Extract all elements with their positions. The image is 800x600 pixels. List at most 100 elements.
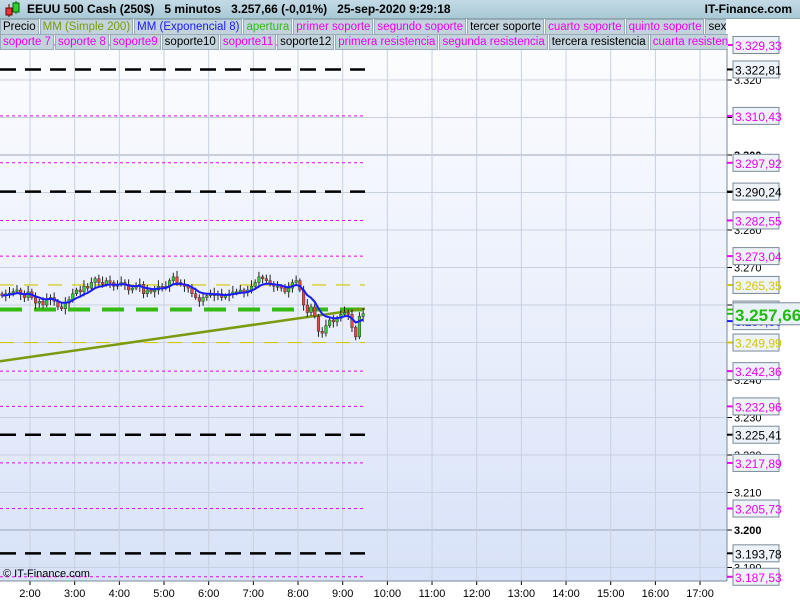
candle-body <box>305 304 309 313</box>
x-tick-label: 4:00 <box>109 588 130 600</box>
x-tick-label: 6:00 <box>198 588 219 600</box>
legend-row-1: Precio MM (Simple 200) MM (Exponencial 8) a… <box>0 19 726 35</box>
legend-item[interactable]: soporte12 <box>277 34 335 50</box>
label-text: 3.273,04 <box>735 250 782 264</box>
level-price-label: 3.265,35 <box>727 275 782 294</box>
candle-body <box>74 289 79 294</box>
candle-body <box>275 286 280 288</box>
x-tick-label: 7:00 <box>243 588 264 600</box>
candle-body <box>346 312 350 315</box>
candle-body <box>283 287 287 293</box>
legend-item[interactable]: apertura <box>243 19 293 35</box>
label-text: 3.290,24 <box>735 186 782 200</box>
legend-item[interactable]: soporte11 <box>219 34 277 50</box>
chart-header: EEUU 500 Cash (250$) 5 minutos 3.257,66 … <box>0 0 800 19</box>
candle-body <box>171 276 175 281</box>
candle-body <box>324 325 328 334</box>
site-name: IT-Finance.com <box>704 2 792 16</box>
legend-item[interactable]: tercer soporte <box>467 19 545 35</box>
candle-body <box>37 301 41 304</box>
interval[interactable]: 5 minutos <box>164 2 221 16</box>
candle-body <box>108 280 112 283</box>
candlestick-logo-icon <box>3 0 23 18</box>
candle-body <box>97 278 101 283</box>
label-text: 3.225,41 <box>735 429 782 443</box>
legend-item[interactable]: quinto soporte <box>625 19 705 35</box>
level-price-label: 3.310,43 <box>727 106 782 125</box>
copyright: © IT-Finance.com <box>3 568 90 580</box>
candle-body <box>253 282 257 287</box>
candle-body <box>60 306 64 309</box>
legend-item[interactable]: tercera resistencia <box>548 34 649 50</box>
x-tick-label: 13:00 <box>508 588 536 600</box>
legend-item[interactable]: cuarta resistencia <box>649 34 728 50</box>
x-tick-label: 15:00 <box>597 588 625 600</box>
legend-item[interactable]: soporte10 <box>161 34 219 50</box>
candle-body <box>261 276 265 279</box>
legend-row-2: soporte 7 soporte 8 soporte9 soporte10 sopor… <box>0 34 728 50</box>
level-price-label: 3.187,53 <box>727 567 782 586</box>
candle-body <box>357 316 361 338</box>
label-text: 3.265,35 <box>735 279 782 293</box>
candle-body <box>145 289 149 294</box>
candle-body <box>257 276 261 283</box>
candle-body <box>34 297 38 304</box>
level-price-label: 3.249,99 <box>727 333 782 352</box>
candle-body <box>141 284 146 294</box>
legend-item[interactable]: MM (Exponencial 8) <box>134 19 243 35</box>
quote: 3.257,66 (-0,01%) <box>231 2 328 16</box>
candle-body <box>294 280 298 283</box>
candle-body <box>309 306 313 313</box>
candle-body <box>264 278 268 281</box>
candle-body <box>41 301 45 306</box>
label-text: 3.242,36 <box>735 365 782 379</box>
x-tick-label: 17:00 <box>686 588 714 600</box>
candle-body <box>194 293 198 298</box>
candle-body <box>287 287 291 293</box>
candle-body <box>45 299 49 306</box>
label-text: 3.232,96 <box>735 400 782 414</box>
label-text: 3.310,43 <box>735 110 782 124</box>
x-tick-label: 14:00 <box>552 588 580 600</box>
x-tick-label: 9:00 <box>332 588 353 600</box>
level-price-label: 3.297,92 <box>727 153 782 172</box>
candle-body <box>63 302 67 309</box>
level-price-label: 3.193,78 <box>727 544 782 563</box>
legend-item[interactable]: segundo soporte <box>374 19 467 35</box>
level-price-label: 3.225,41 <box>727 425 782 444</box>
instrument-name: EEUU 500 Cash (250$) <box>27 2 155 16</box>
candle-body <box>101 282 105 285</box>
candle-body <box>313 306 317 317</box>
legend-item[interactable]: Precio <box>0 19 39 35</box>
level-price-label: 3.290,24 <box>727 182 782 201</box>
candle-body <box>86 286 90 289</box>
legend-item[interactable]: soporte9 <box>109 34 161 50</box>
x-tick-label: 10:00 <box>374 588 402 600</box>
candle-body <box>104 280 108 285</box>
candle-body <box>205 295 209 298</box>
legend-item[interactable]: MM (Simple 200) <box>39 19 134 35</box>
label-text: 3.249,99 <box>735 337 782 351</box>
datetime: 25-sep-2020 9:29:18 <box>337 2 451 16</box>
candle-body <box>78 289 82 293</box>
legend-item[interactable]: segunda resistencia <box>439 34 548 50</box>
legend-item[interactable]: sexto soporte <box>705 19 726 35</box>
legend-item[interactable]: soporte 8 <box>54 34 109 50</box>
candle-body <box>316 316 321 332</box>
label-text: 3.297,92 <box>735 157 782 171</box>
legend-item[interactable]: cuarto soporte <box>545 19 625 35</box>
candle-body <box>197 297 201 302</box>
label-text: 3.329,33 <box>735 39 782 53</box>
level-price-label: 3.329,33 <box>727 36 782 55</box>
price-chart[interactable]: 3.3203.3103.3003.2903.2803.2703.2603.250… <box>0 0 800 600</box>
label-text: 3.217,89 <box>735 457 782 471</box>
legend-item[interactable]: primera resistencia <box>335 34 439 50</box>
legend-item[interactable]: primer soporte <box>293 19 374 35</box>
candle-body <box>175 276 179 283</box>
x-tick-label: 8:00 <box>287 588 308 600</box>
legend-item[interactable]: soporte 7 <box>0 34 54 50</box>
level-price-label: 3.273,04 <box>727 247 782 266</box>
candle-body <box>89 282 93 289</box>
candle-body <box>342 312 347 315</box>
level-price-label: 3.242,36 <box>727 362 782 381</box>
